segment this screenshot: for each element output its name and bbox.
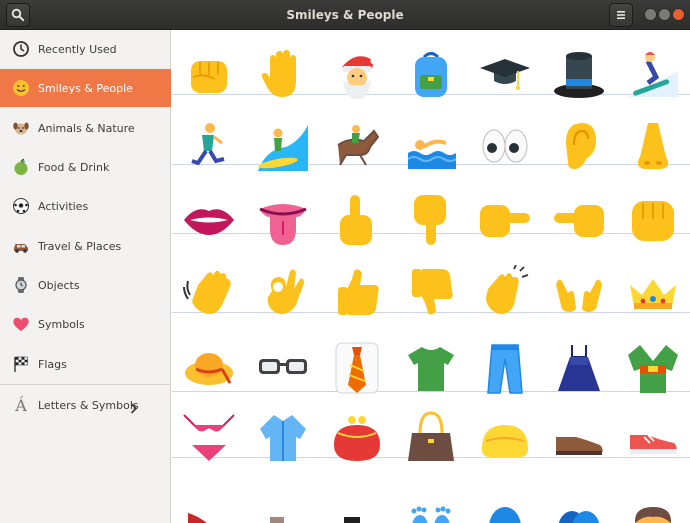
emoji-tongue[interactable] [246,188,320,252]
emoji-grid [172,30,690,523]
car-icon [11,236,31,256]
emoji-oncoming-fist[interactable] [616,188,690,252]
emoji-snowboarder[interactable] [616,42,690,106]
apple-icon [11,157,31,177]
emoji-eyes[interactable] [468,114,542,178]
emoji-boot[interactable] [320,482,394,523]
emoji-person-surfing[interactable] [246,114,320,178]
emoji-t-shirt[interactable] [394,336,468,400]
header-bar: Smileys & People [0,0,690,30]
sidebar-item-recently-used[interactable]: Recently Used [0,30,171,68]
emoji-busts[interactable] [542,482,616,523]
sidebar-item-objects[interactable]: Objects [0,266,171,304]
category-sidebar: Recently Used Smileys & People Animals &… [0,30,171,523]
emoji-santa-claus[interactable] [320,42,394,106]
emoji-boy[interactable] [616,482,690,523]
emoji-raised-fist[interactable] [172,42,246,106]
emoji-horse-racing[interactable] [320,114,394,178]
emoji-nose[interactable] [616,114,690,178]
sidebar-item-symbols[interactable]: Symbols [0,305,171,343]
checkered-flag-icon [11,354,31,374]
emoji-bust[interactable] [468,482,542,523]
sidebar-item-label: Food & Drink [38,160,110,174]
emoji-ear[interactable] [542,114,616,178]
emoji-high-heel[interactable] [172,482,246,523]
emoji-thumbs-down[interactable] [394,260,468,324]
emoji-necktie[interactable] [320,336,394,400]
sidebar-item-label: Letters & Symbols [38,398,139,412]
sidebar-item-label: Symbols [38,317,85,331]
sidebar-item-label: Objects [38,278,80,292]
emoji-dress[interactable] [542,336,616,400]
emoji-graduation-cap[interactable] [468,42,542,106]
sidebar-item-flags[interactable]: Flags [0,345,171,383]
emoji-mans-shoe[interactable] [542,406,616,470]
emoji-clapping-hands[interactable] [468,260,542,324]
emoji-footprints[interactable] [394,482,468,523]
emoji-jeans[interactable] [468,336,542,400]
emoji-bikini[interactable] [172,406,246,470]
sidebar-separator [0,384,171,385]
sidebar-item-label: Travel & Places [38,239,122,253]
emoji-person-swimming[interactable] [394,114,468,178]
emoji-index-pointing-up[interactable] [320,188,394,252]
emoji-raised-hand[interactable] [246,42,320,106]
clock-icon [11,39,31,59]
accented-a-icon: Á [15,395,27,415]
emoji-purse[interactable] [320,406,394,470]
emoji-womans-clothes[interactable] [246,406,320,470]
hamburger-menu-icon [617,11,625,19]
emoji-mouth[interactable] [172,188,246,252]
window-title: Smileys & People [286,8,404,22]
emoji-ok-hand[interactable] [246,260,320,324]
sidebar-item-food-drink[interactable]: Food & Drink [0,148,171,186]
emoji-waving-hand[interactable] [172,260,246,324]
emoji-glasses[interactable] [246,336,320,400]
sidebar-item-label: Animals & Nature [38,121,135,135]
sidebar-item-label: Activities [38,199,89,213]
soccer-ball-icon [11,196,31,216]
emoji-top-hat[interactable] [542,42,616,106]
sidebar-item-label: Smileys & People [38,81,133,95]
emoji-thumbs-up[interactable] [320,260,394,324]
sidebar-item-letters-symbols[interactable]: Á Letters & Symbols [0,386,171,424]
smiley-icon [11,78,31,98]
emoji-backpack[interactable] [394,42,468,106]
sidebar-item-label: Recently Used [38,42,117,56]
emoji-clutch-bag[interactable] [468,406,542,470]
menu-button[interactable] [609,3,633,27]
emoji-index-pointing-right[interactable] [468,188,542,252]
close-button[interactable] [672,8,685,21]
maximize-button[interactable] [658,8,671,21]
chevron-right-icon [130,399,138,418]
emoji-index-pointing-left[interactable] [542,188,616,252]
emoji-handbag[interactable] [394,406,468,470]
emoji-womans-boot[interactable] [246,482,320,523]
dog-icon [11,118,31,138]
sidebar-item-label: Flags [38,357,67,371]
sidebar-item-smileys-people[interactable]: Smileys & People [0,69,171,107]
emoji-kimono[interactable] [616,336,690,400]
emoji-person-running[interactable] [172,114,246,178]
sidebar-item-travel-places[interactable]: Travel & Places [0,227,171,265]
emoji-womans-hat[interactable] [172,336,246,400]
minimize-button[interactable] [644,8,657,21]
sidebar-item-activities[interactable]: Activities [0,187,171,225]
emoji-open-hands[interactable] [542,260,616,324]
emoji-running-shoe[interactable] [616,406,690,470]
sidebar-item-animals-nature[interactable]: Animals & Nature [0,109,171,147]
heart-icon [11,314,31,334]
emoji-index-pointing-down[interactable] [394,188,468,252]
watch-icon [11,275,31,295]
emoji-crown[interactable] [616,260,690,324]
